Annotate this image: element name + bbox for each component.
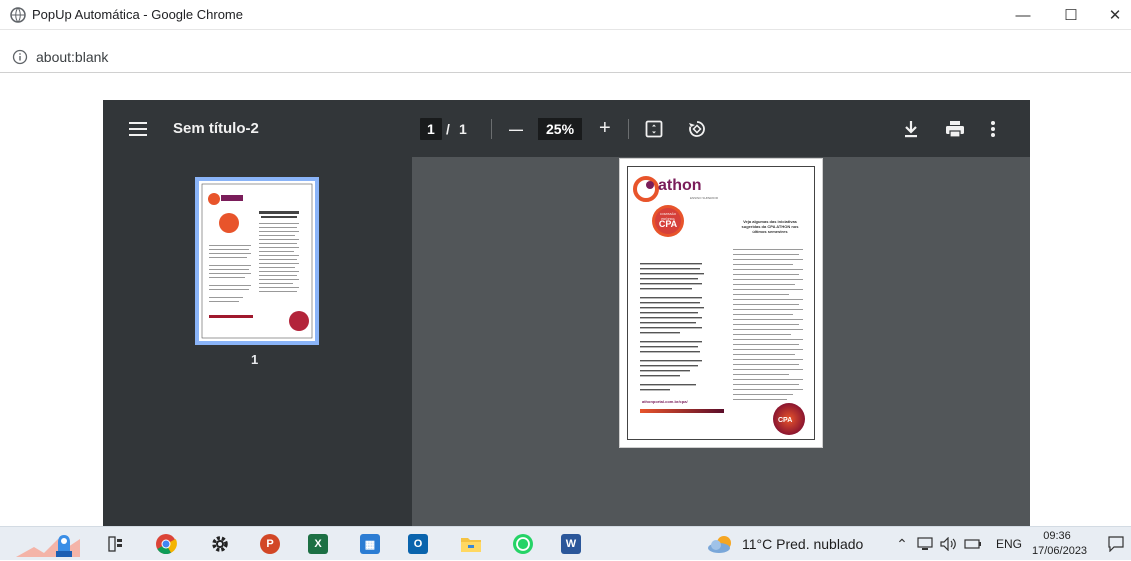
notifications-button[interactable] <box>1104 527 1128 561</box>
footer-badge-text: CPA <box>778 417 793 424</box>
page-thumbnail[interactable] <box>195 177 319 345</box>
menu-button[interactable] <box>129 100 147 157</box>
hamburger-icon[interactable] <box>129 121 147 136</box>
clock-time[interactable]: 09:36 <box>1032 529 1082 544</box>
volume-indicator[interactable] <box>938 527 960 561</box>
page-number-input[interactable]: 1 <box>420 117 442 140</box>
system-clock[interactable]: 09:36 17/06/2023 <box>1032 529 1087 559</box>
address-bar[interactable]: about:blank <box>0 45 1131 69</box>
taskbar-file-explorer[interactable] <box>457 527 485 561</box>
thumbnail-preview <box>201 183 313 339</box>
task-view-button[interactable] <box>104 527 128 561</box>
window-title-bar: PopUp Automática - Google Chrome <box>0 0 1131 30</box>
window-title: PopUp Automática - Google Chrome <box>32 7 243 22</box>
notification-icon[interactable] <box>1108 536 1124 552</box>
excel-icon[interactable]: X <box>308 534 328 554</box>
show-hidden-icons-button[interactable]: ⌃ <box>892 527 912 561</box>
close-button[interactable]: ✕ <box>1092 0 1131 30</box>
gear-icon[interactable] <box>210 534 230 554</box>
page-separator: / <box>446 120 450 137</box>
info-icon[interactable] <box>12 49 28 65</box>
brand-subtitle: ENSINO SUPERIOR <box>690 196 719 200</box>
whatsapp-icon[interactable] <box>512 533 534 555</box>
document-title: Sem título-2 <box>173 120 259 137</box>
word-icon[interactable]: W <box>561 534 581 554</box>
chrome-globe-icon <box>10 6 26 23</box>
thumbnail-page[interactable] <box>199 181 315 341</box>
clock-date[interactable]: 17/06/2023 <box>1032 544 1087 559</box>
network-icon[interactable] <box>917 537 933 551</box>
page-url: athonportal.com.br/cpa/ <box>642 399 688 404</box>
zoom-input[interactable]: 25% <box>538 117 583 140</box>
more-vert-icon[interactable] <box>990 120 996 138</box>
taskbar-app[interactable]: ▦ <box>356 527 384 561</box>
print-icon[interactable] <box>945 120 965 138</box>
taskbar-outlook[interactable]: O <box>404 527 432 561</box>
pdf-page: athon ENSINO SUPERIOR COMISSÃO PRÓPRIA C… <box>619 158 823 448</box>
network-indicator[interactable] <box>914 527 936 561</box>
more-options-button[interactable] <box>990 100 996 157</box>
zoom-in-button[interactable]: + <box>599 117 611 140</box>
maximize-button[interactable]: ☐ <box>1048 0 1094 30</box>
pdf-viewer: Sem título-2 1 / 1 — 25% + 1 athon ENSIN… <box>103 100 1030 526</box>
badge-text: CPA <box>658 219 678 229</box>
weather-text[interactable]: 11°C Pred. nublado <box>742 536 863 552</box>
rotate-icon[interactable] <box>687 119 707 139</box>
toolbar-divider <box>628 118 629 139</box>
brand-name: athon <box>658 177 702 194</box>
windows-taskbar: P X ▦ O W 11°C Pred. nublado ⌃ ENG 09:36… <box>0 526 1131 560</box>
page-heading: Veja algumas das iniciativas sugeridas d… <box>741 219 799 234</box>
chrome-icon[interactable] <box>155 533 177 555</box>
taskbar-chrome[interactable] <box>152 527 180 561</box>
taskbar-whatsapp[interactable] <box>509 527 537 561</box>
battery-icon[interactable] <box>964 539 982 549</box>
language-indicator[interactable]: ENG <box>992 527 1026 561</box>
rotate-button[interactable] <box>687 100 707 157</box>
thumbnail-sidebar: 1 <box>103 157 412 526</box>
taskbar-powerpoint[interactable]: P <box>256 527 284 561</box>
toolbar-divider <box>491 118 492 139</box>
download-icon[interactable] <box>903 120 919 138</box>
app-icon[interactable]: ▦ <box>360 534 380 554</box>
minimize-button[interactable]: — <box>1000 0 1046 30</box>
outlook-icon[interactable]: O <box>408 534 428 554</box>
total-pages: 1 <box>459 120 467 137</box>
battery-indicator[interactable] <box>962 527 984 561</box>
fit-page-button[interactable] <box>645 100 663 157</box>
url-text[interactable]: about:blank <box>36 49 108 65</box>
weather-widget[interactable]: 11°C Pred. nublado <box>706 527 886 561</box>
taskbar-settings[interactable] <box>206 527 234 561</box>
taskbar-word[interactable]: W <box>557 527 585 561</box>
zoom-out-button[interactable]: — <box>509 121 523 137</box>
task-view-icon[interactable] <box>108 536 124 552</box>
taskbar-excel[interactable]: X <box>304 527 332 561</box>
cloud-icon[interactable] <box>706 534 736 554</box>
download-button[interactable] <box>903 100 919 157</box>
pdf-toolbar: Sem título-2 1 / 1 — 25% + <box>103 100 1030 157</box>
widget-icon[interactable] <box>8 529 84 559</box>
chevron-up-icon[interactable]: ⌃ <box>896 536 908 553</box>
folder-icon[interactable] <box>460 535 482 553</box>
taskbar-widget-button[interactable] <box>6 527 86 561</box>
powerpoint-icon[interactable]: P <box>260 534 280 554</box>
page-border: athon ENSINO SUPERIOR COMISSÃO PRÓPRIA C… <box>627 166 815 440</box>
speaker-icon[interactable] <box>940 537 958 551</box>
print-button[interactable] <box>945 100 965 157</box>
fit-page-icon[interactable] <box>645 120 663 138</box>
thumbnail-label: 1 <box>251 352 259 367</box>
